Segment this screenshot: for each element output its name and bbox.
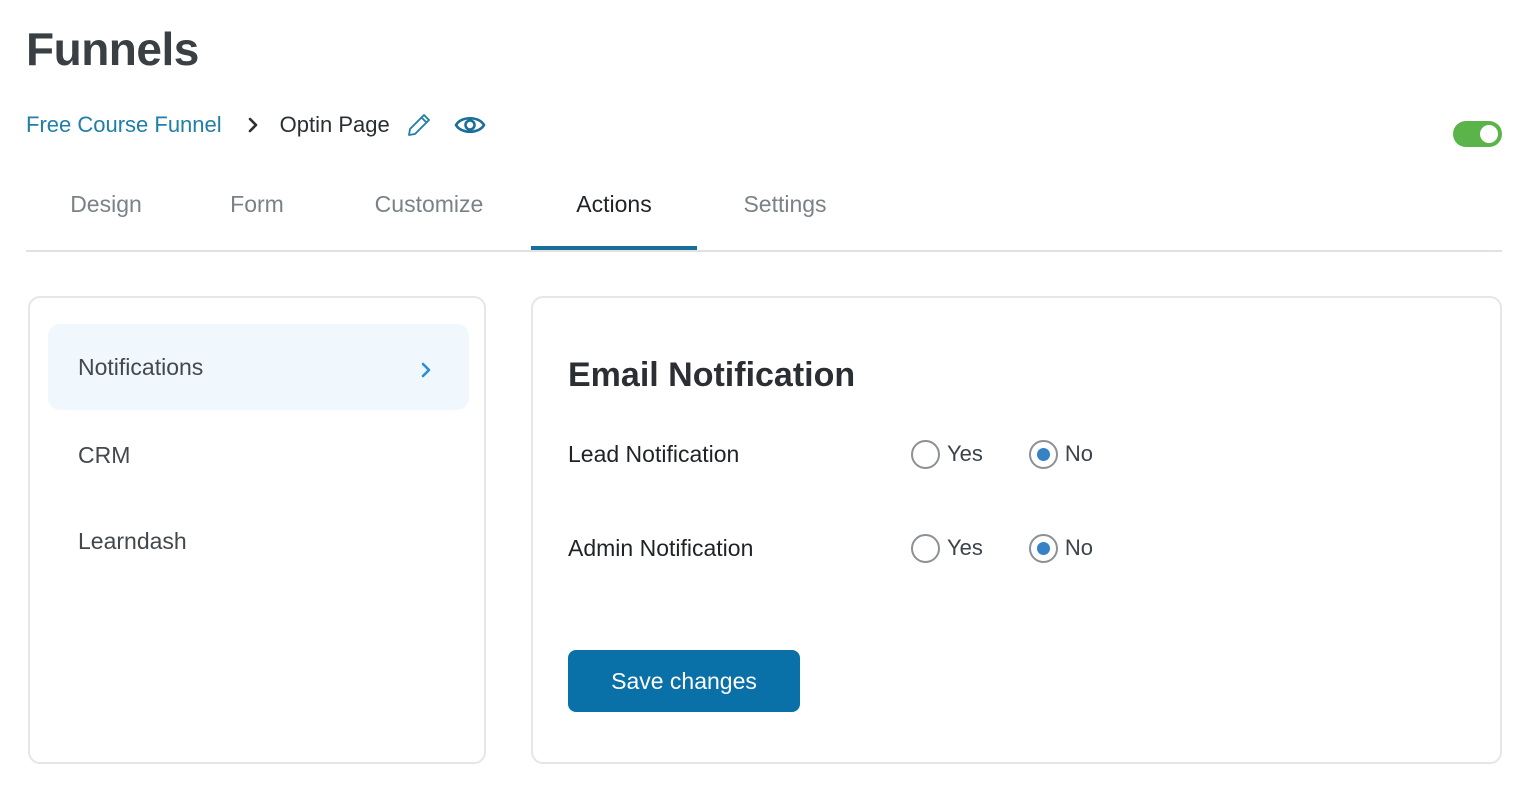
breadcrumb: Free Course Funnel Optin Page xyxy=(26,108,486,142)
radio-circle[interactable] xyxy=(911,533,940,563)
pencil-icon[interactable] xyxy=(406,112,432,138)
main-card: Email Notification Lead Notification Yes… xyxy=(531,296,1502,764)
admin-notification-row: Admin Notification Yes No xyxy=(568,530,1168,566)
tab-bar: Design Form Customize Actions Settings xyxy=(26,180,1502,252)
sidebar-item-label: Learndash xyxy=(78,527,187,554)
lead-notification-yes-radio[interactable]: Yes xyxy=(911,439,983,469)
radio-circle[interactable] xyxy=(1028,533,1058,563)
radio-label: Yes xyxy=(947,441,983,466)
chevron-right-icon xyxy=(246,117,262,133)
field-label: Lead Notification xyxy=(568,440,740,467)
tab-settings[interactable]: Settings xyxy=(726,180,844,250)
sidebar-item-crm[interactable]: CRM xyxy=(48,412,469,498)
chevron-right-icon xyxy=(419,358,433,378)
radio-circle[interactable] xyxy=(911,439,940,469)
save-changes-button[interactable]: Save changes xyxy=(568,650,800,712)
admin-notification-yes-radio[interactable]: Yes xyxy=(911,533,983,563)
lead-notification-no-radio[interactable]: No xyxy=(1028,439,1094,469)
section-title: Email Notification xyxy=(568,356,856,394)
sidebar-item-label: Notifications xyxy=(78,353,204,380)
radio-label: No xyxy=(1064,535,1094,560)
eye-icon[interactable] xyxy=(454,112,486,138)
radio-label: Yes xyxy=(947,535,983,560)
admin-notification-no-radio[interactable]: No xyxy=(1028,533,1094,563)
sidebar-item-notifications[interactable]: Notifications xyxy=(48,324,469,410)
sidebar-item-label: CRM xyxy=(78,441,131,468)
field-label: Admin Notification xyxy=(568,534,754,561)
tab-actions[interactable]: Actions xyxy=(531,180,697,250)
sidebar-item-learndash[interactable]: Learndash xyxy=(48,498,469,584)
toggle-knob xyxy=(1480,125,1498,143)
page-title: Funnels xyxy=(26,23,199,75)
tab-form[interactable]: Form xyxy=(216,180,298,250)
lead-notification-row: Lead Notification Yes No xyxy=(568,436,1168,472)
radio-label: No xyxy=(1064,441,1094,466)
radio-circle[interactable] xyxy=(1028,439,1058,469)
status-toggle[interactable] xyxy=(1453,121,1502,147)
breadcrumb-current: Optin Page xyxy=(279,112,390,137)
breadcrumb-parent-link[interactable]: Free Course Funnel xyxy=(26,112,222,138)
tab-design[interactable]: Design xyxy=(56,180,156,250)
sidebar-card: Notifications CRM Learndash xyxy=(28,296,486,764)
tab-customize[interactable]: Customize xyxy=(358,180,500,250)
